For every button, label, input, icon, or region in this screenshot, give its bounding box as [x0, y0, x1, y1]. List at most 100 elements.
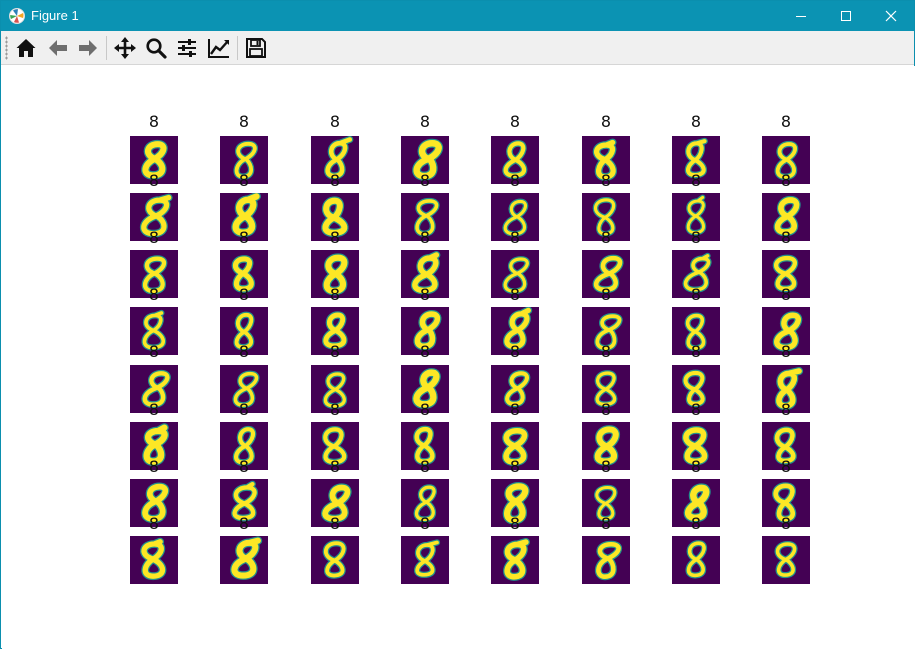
back-button[interactable] [45, 35, 71, 61]
subplot-label: 8 [239, 171, 249, 190]
subplot-title: 8 [691, 112, 701, 131]
digit-subplot: 8 [130, 250, 178, 304]
digit-subplot: 8 [401, 479, 449, 533]
subplot-label: 8 [330, 342, 340, 361]
zoom-button[interactable] [143, 35, 169, 61]
subplot-label: 8 [601, 342, 611, 361]
subplot-label: 8 [420, 400, 430, 419]
subplot-label: 8 [330, 228, 340, 247]
digit-subplot: 8 [762, 250, 810, 304]
subplot-label: 8 [420, 285, 430, 304]
digit-subplot: 8 [491, 422, 539, 476]
arrow-right-icon [79, 40, 97, 56]
subplot-label: 8 [149, 285, 159, 304]
digit-subplot: 8 [311, 422, 359, 476]
digit-subplot: 8 [401, 365, 449, 419]
digit-subplot: 8 [311, 307, 359, 361]
subplot-label: 8 [420, 171, 430, 190]
digit-subplot: 8 [491, 307, 539, 361]
configure-subplots-button[interactable] [174, 35, 200, 61]
close-button[interactable] [868, 1, 914, 31]
subplot-label: 8 [691, 342, 701, 361]
digit-subplot: 8 [582, 250, 630, 304]
digit-subplot: 8 [672, 307, 720, 361]
digit-subplot: 8 [582, 193, 630, 247]
digit-subplot: 8 [762, 136, 810, 190]
forward-button[interactable] [75, 35, 101, 61]
subplot-label: 8 [239, 228, 249, 247]
save-button[interactable] [243, 35, 269, 61]
digit-subplot: 8 [401, 193, 449, 247]
subplot-label: 8 [239, 285, 249, 304]
digit-subplot: 8 [762, 193, 810, 247]
subplot-label: 8 [510, 228, 520, 247]
subplot-label: 8 [149, 457, 159, 476]
subplot-label: 8 [601, 171, 611, 190]
subplot-label: 8 [149, 514, 159, 533]
figure-window: Figure 1 8 8 8 8 8 8 8 8 8 8 8 8 8 8 8 8… [0, 0, 915, 649]
subplot-label: 8 [691, 457, 701, 476]
move-icon [114, 37, 136, 59]
subplot-label: 8 [691, 228, 701, 247]
digit-subplot: 8 [311, 365, 359, 419]
digit-subplot: 8 [762, 307, 810, 361]
subplot-label: 8 [691, 171, 701, 190]
maximize-icon [841, 11, 851, 21]
digit-subplot: 8 [401, 422, 449, 476]
subplot-label: 8 [510, 342, 520, 361]
digit-subplot: 8 [672, 250, 720, 304]
floppy-disk-icon [246, 38, 266, 58]
subplot-label: 8 [781, 342, 791, 361]
digit-subplot: 8 [220, 250, 268, 304]
digit-subplot: 8 [762, 422, 810, 476]
subplot-label: 8 [601, 285, 611, 304]
subplot-title: 8 [330, 112, 340, 131]
home-icon [16, 39, 36, 57]
digit-subplot: 8 [401, 136, 449, 190]
subplot-label: 8 [781, 400, 791, 419]
toolbar-grip[interactable] [5, 36, 8, 60]
subplot-label: 8 [149, 342, 159, 361]
minimize-button[interactable] [778, 1, 824, 31]
subplot-label: 8 [510, 514, 520, 533]
digit-subplot: 8 [491, 479, 539, 533]
digit-subplot: 8 [491, 136, 539, 190]
digit-subplot [311, 536, 359, 584]
digit-image-grid: 8 8 8 8 8 8 8 8 8 8 8 8 8 8 8 8 8 8 8 8 8 8 8 8 8 8 8 8 8 8 8 8 8 8 8 8 8 8 8 8… [130, 112, 810, 584]
subplot-title: 8 [781, 112, 791, 131]
subplot-label: 8 [149, 400, 159, 419]
subplot-label: 8 [330, 514, 340, 533]
home-button[interactable] [13, 35, 39, 61]
digit-subplot: 8 [220, 365, 268, 419]
toolbar-separator [106, 36, 107, 60]
digit-subplot: 8 [130, 365, 178, 419]
digit-subplot: 8 [672, 422, 720, 476]
subplot-label: 8 [420, 514, 430, 533]
digit-subplot [220, 536, 268, 584]
digit-subplot: 8 [220, 422, 268, 476]
subplot-label: 8 [239, 400, 249, 419]
subplot-label: 8 [149, 171, 159, 190]
edit-axes-button[interactable] [206, 35, 232, 61]
digit-subplot: 8 [582, 365, 630, 419]
digit-subplot [672, 536, 720, 584]
subplot-label: 8 [239, 457, 249, 476]
subplot-label: 8 [781, 171, 791, 190]
subplot-label: 8 [330, 285, 340, 304]
subplot-label: 8 [781, 514, 791, 533]
subplot-label: 8 [420, 457, 430, 476]
title-bar[interactable]: Figure 1 [1, 1, 914, 31]
digit-subplot: 8 [130, 307, 178, 361]
digit-subplot: 8 [582, 136, 630, 190]
pan-button[interactable] [112, 35, 138, 61]
digit-subplot: 8 [582, 479, 630, 533]
window-title: Figure 1 [31, 8, 79, 23]
minimize-icon [796, 16, 806, 17]
maximize-button[interactable] [823, 1, 869, 31]
subplot-label: 8 [691, 514, 701, 533]
figure-canvas[interactable]: 8 8 8 8 8 8 8 8 8 8 8 8 8 8 8 8 8 8 8 8 8 8 8 8 8 8 8 8 8 8 8 8 8 8 8 8 8 8 8 8… [2, 66, 915, 649]
digit-subplot [401, 536, 449, 584]
sliders-icon [178, 39, 196, 57]
subplot-label: 8 [781, 457, 791, 476]
subplot-title: 8 [239, 112, 249, 131]
